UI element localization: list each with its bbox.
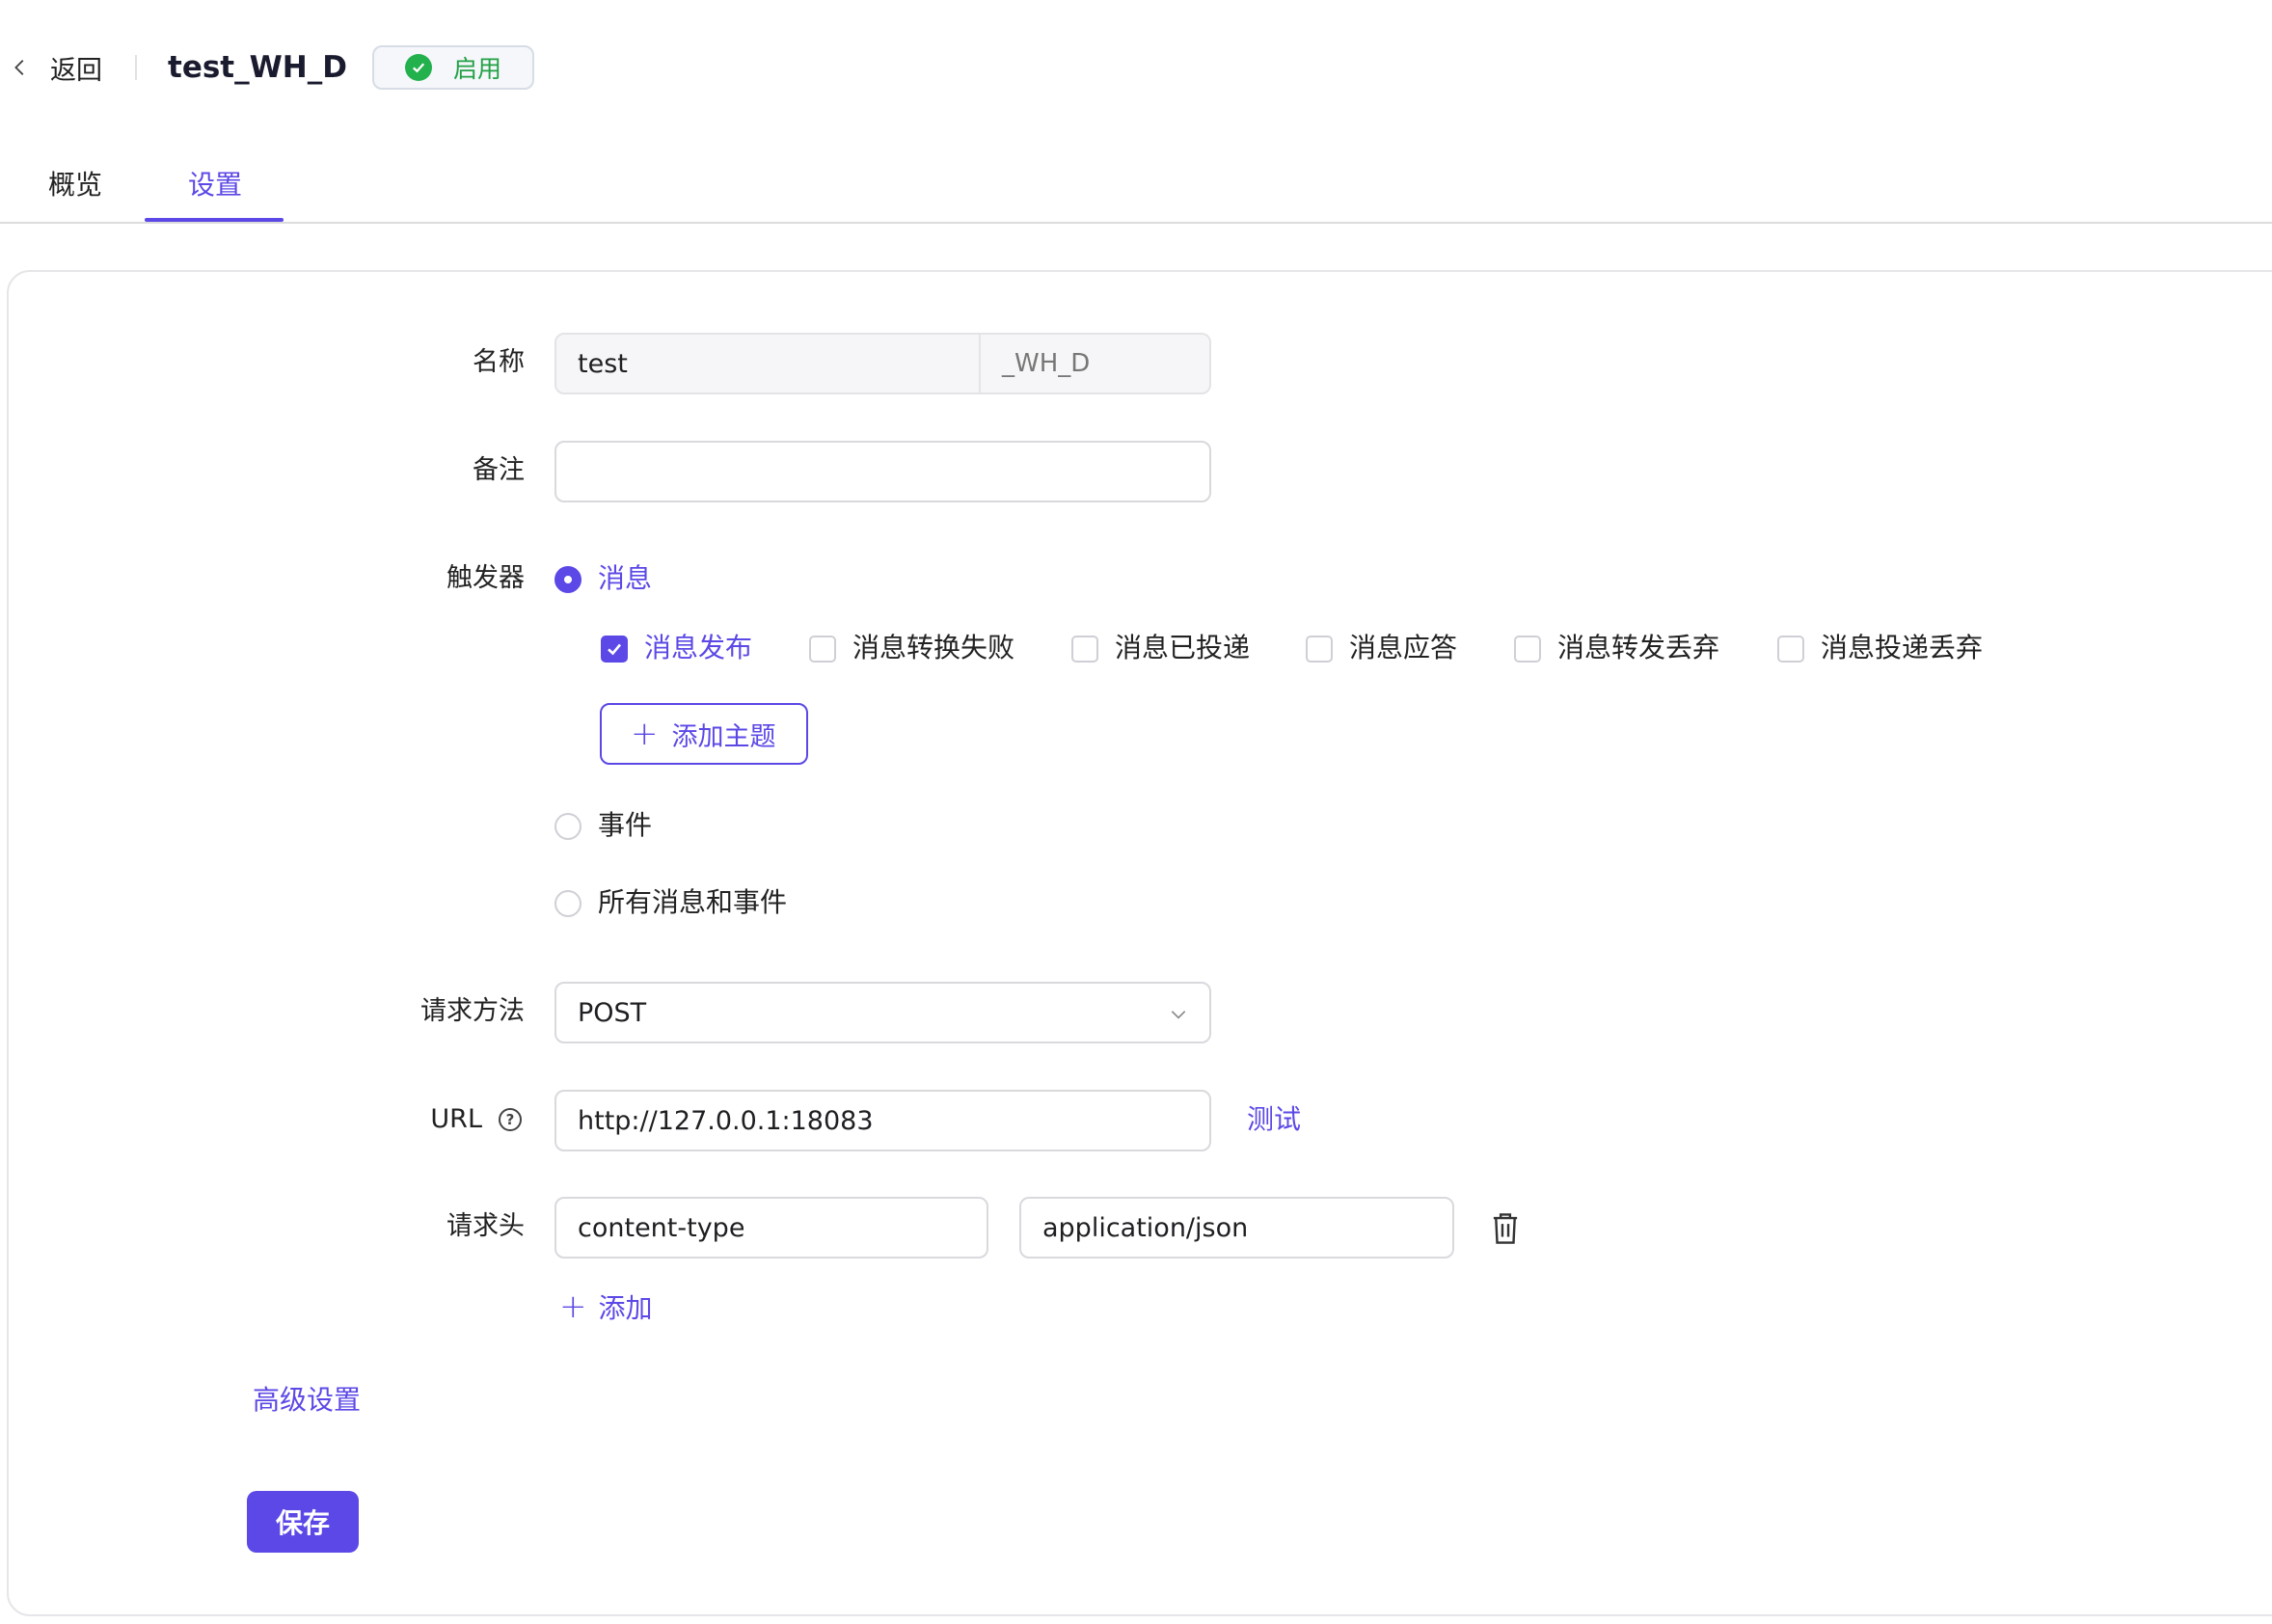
test-url-button[interactable]: 测试: [1247, 1100, 1301, 1139]
checkbox-label-message-forward-dropped[interactable]: 消息转发丢弃: [1557, 629, 1719, 667]
add-header-label: 添加: [598, 1292, 653, 1324]
trash-icon[interactable]: [1491, 1212, 1520, 1245]
url-value: http://127.0.0.1:18083: [578, 1105, 874, 1136]
header-value-input[interactable]: application/json: [1019, 1197, 1454, 1259]
trigger-option-all[interactable]: 所有消息和事件: [598, 883, 787, 922]
checkbox-label-message-convert-failed[interactable]: 消息转换失败: [852, 629, 1014, 667]
checkbox-label-message-acked[interactable]: 消息应答: [1349, 629, 1457, 667]
checkbox-message-delivery-dropped[interactable]: [1777, 636, 1804, 663]
checkbox-message-convert-failed[interactable]: [809, 636, 836, 663]
advanced-settings-link[interactable]: 高级设置: [253, 1381, 361, 1420]
method-label: 请求方法: [420, 996, 525, 1026]
remark-input[interactable]: [554, 441, 1211, 502]
trigger-option-message[interactable]: 消息: [598, 559, 652, 598]
divider: [135, 55, 137, 80]
name-suffix-text: _WH_D: [1002, 349, 1091, 378]
plus-icon: +: [631, 715, 659, 753]
header-key-value: content-type: [578, 1212, 745, 1243]
active-tab-indicator: [145, 218, 284, 222]
page-title: test_WH_D: [168, 50, 347, 85]
plus-icon: +: [559, 1287, 587, 1326]
method-value: POST: [578, 997, 647, 1028]
name-label: 名称: [473, 347, 525, 377]
trigger-radio-event[interactable]: [554, 813, 582, 840]
checkbox-message-forward-dropped[interactable]: [1514, 636, 1541, 663]
url-input[interactable]: http://127.0.0.1:18083: [554, 1090, 1211, 1151]
trigger-radio-message[interactable]: [554, 566, 582, 593]
page-header: 返回 test_WH_D 启用: [0, 39, 535, 96]
remark-label: 备注: [473, 455, 525, 485]
name-suffix: _WH_D: [980, 333, 1211, 394]
url-label: URL: [430, 1104, 482, 1134]
trigger-option-event[interactable]: 事件: [598, 806, 652, 845]
save-button[interactable]: 保存: [247, 1491, 359, 1553]
back-label: 返回: [50, 55, 102, 86]
checkbox-label-message-publish[interactable]: 消息发布: [644, 629, 752, 667]
chevron-down-icon: [1171, 1011, 1186, 1019]
headers-label: 请求头: [446, 1211, 525, 1241]
name-input[interactable]: test: [554, 333, 981, 394]
checkbox-message-delivered[interactable]: [1071, 636, 1098, 663]
tab-overview[interactable]: 概览: [48, 164, 102, 203]
back-button[interactable]: 返回: [10, 49, 102, 87]
tab-settings[interactable]: 设置: [188, 164, 242, 203]
checkbox-message-acked[interactable]: [1306, 636, 1333, 663]
add-header-button[interactable]: + 添加: [559, 1287, 653, 1326]
name-value: test: [578, 348, 628, 379]
trigger-label: 触发器: [446, 563, 525, 593]
check-icon: [608, 643, 622, 656]
add-topic-label: 添加主题: [671, 721, 776, 752]
checkbox-message-publish[interactable]: [601, 636, 628, 663]
header-value-value: application/json: [1042, 1212, 1249, 1243]
chevron-left-icon: [14, 60, 24, 75]
tab-bar: 概览 设置: [0, 154, 2272, 224]
add-topic-button[interactable]: + 添加主题: [600, 703, 808, 765]
help-icon[interactable]: ?: [499, 1108, 522, 1131]
status-badge: 启用: [372, 45, 535, 90]
header-key-input[interactable]: content-type: [554, 1197, 988, 1259]
check-circle-icon: [405, 54, 432, 81]
trigger-radio-all[interactable]: [554, 890, 582, 917]
checkbox-label-message-delivery-dropped[interactable]: 消息投递丢弃: [1821, 629, 1983, 667]
method-select[interactable]: POST: [554, 982, 1211, 1043]
checkbox-label-message-delivered[interactable]: 消息已投递: [1115, 629, 1250, 667]
status-text: 启用: [453, 55, 502, 83]
